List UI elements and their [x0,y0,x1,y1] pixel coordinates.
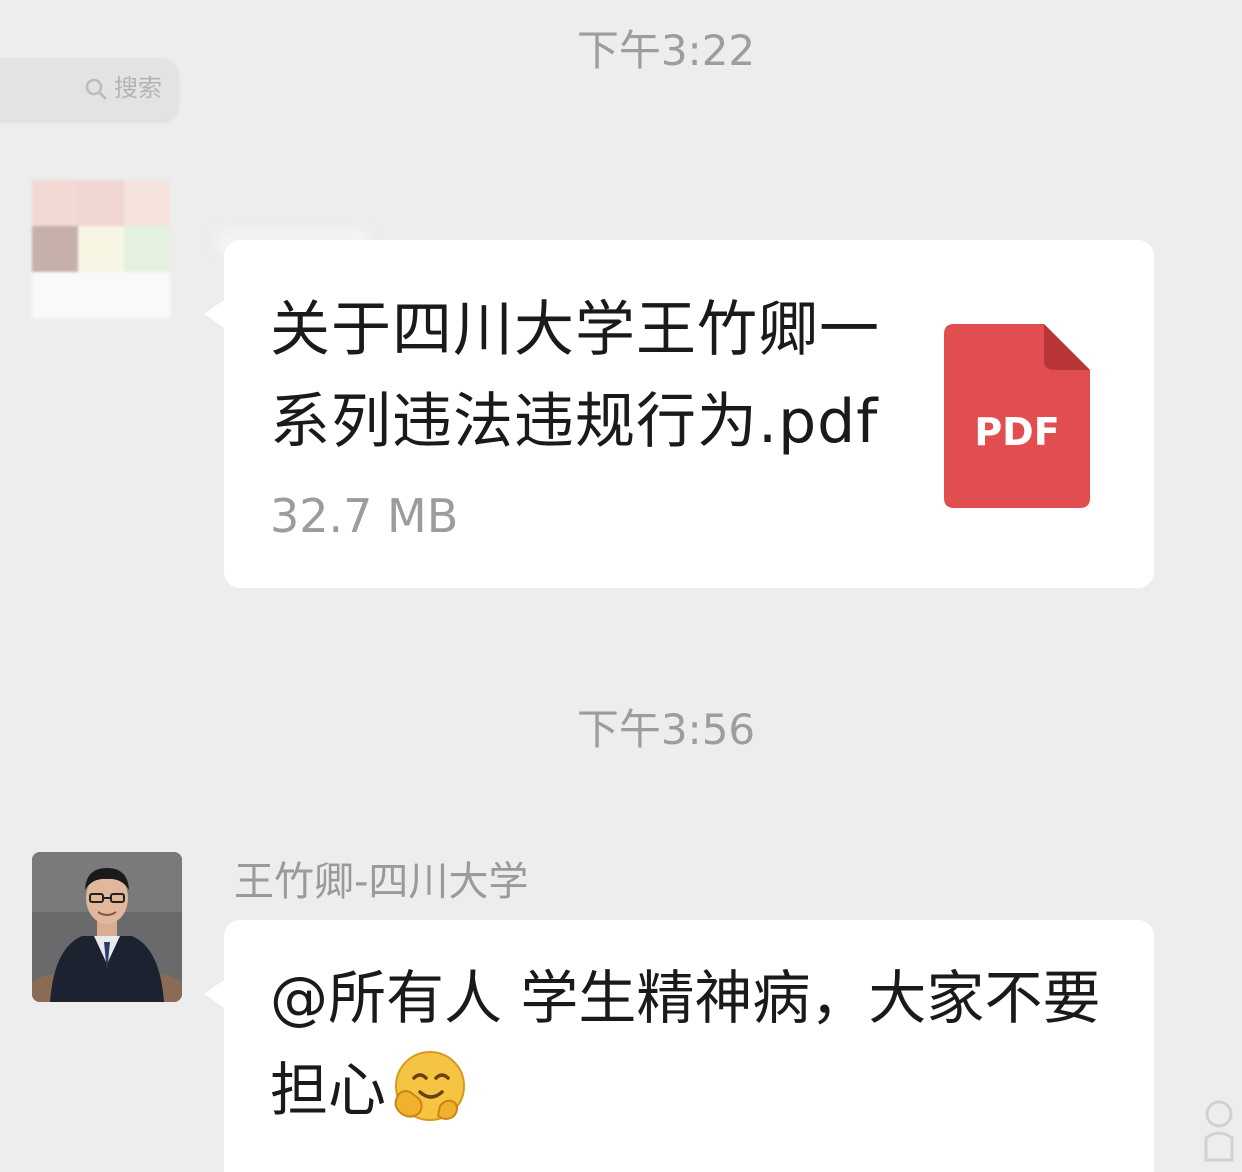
avatar[interactable] [32,180,170,318]
watermark-icon [1204,1100,1234,1162]
pdf-type-label: PDF [974,410,1060,454]
file-message-bubble[interactable]: 关于四川大学王竹卿一系列违法违规行为.pdf 32.7 MB PDF [204,240,1154,588]
hugging-face-emoji-icon [394,1051,466,1121]
search-label: 搜索 [114,74,162,102]
search-icon [85,78,107,100]
file-size: 32.7 MB [270,489,459,543]
avatar[interactable] [32,852,182,1002]
message-timestamp: 下午3:56 [576,705,756,754]
text-message-bubble[interactable]: @所有人 学生精神病，大家不要担心 [204,920,1154,1172]
message-timestamp: 下午3:22 [576,26,756,75]
message-text-container: @所有人 学生精神病，大家不要担心 [270,952,1130,1136]
sender-name: 王竹卿-四川大学 [234,859,529,905]
file-name: 关于四川大学王竹卿一系列违法违规行为.pdf [270,295,880,457]
